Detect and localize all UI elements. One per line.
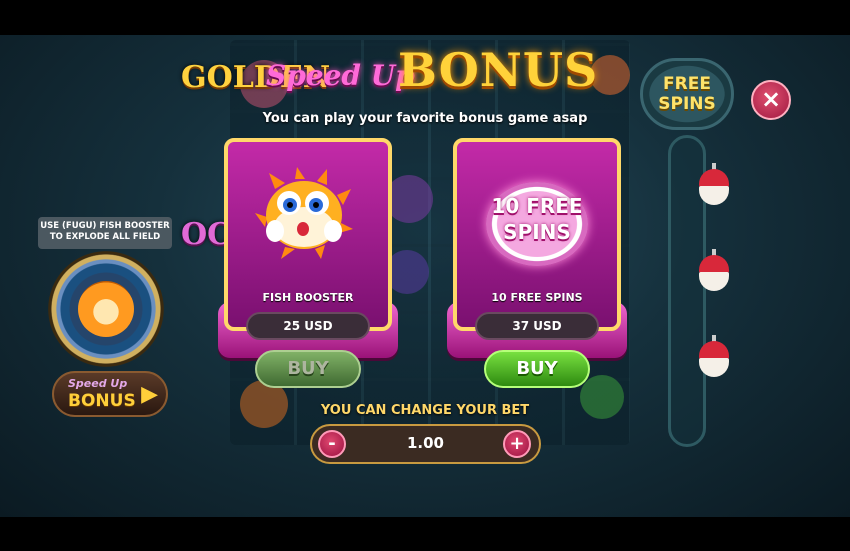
bet-increase-button[interactable]: +	[503, 430, 531, 458]
booster-info-text: USE (FUGU) FISH BOOSTER TO EXPLODE ALL F…	[38, 217, 172, 249]
fishing-float-icon	[699, 163, 729, 205]
logo-octopus: OCTOPUS	[181, 220, 350, 250]
close-button[interactable]: ×	[751, 80, 791, 120]
puffer-fish-icon	[255, 167, 353, 259]
popup-title-speed-up: Speed Up	[266, 59, 415, 92]
speed-up-label: Speed Up	[68, 377, 128, 390]
popup-subtitle: You can play your favorite bonus game as…	[262, 111, 588, 126]
buy-fish-booster-button[interactable]: BUY	[255, 350, 361, 388]
fish-booster-price: 25 USD	[246, 312, 370, 340]
logo-golden: GOLDEN	[181, 63, 330, 93]
buy-free-spins-button[interactable]: BUY	[484, 350, 590, 388]
arrow-right-icon: ▶	[141, 382, 158, 407]
free-spins-price: 37 USD	[475, 312, 599, 340]
reel-symbol	[385, 175, 433, 223]
letterbox-bottom	[0, 517, 850, 551]
reel-symbol	[580, 375, 624, 419]
bonus-label: BONUS	[68, 391, 136, 411]
coin-text-line1: 10 FREE	[491, 194, 583, 218]
bet-label: YOU CAN CHANGE YOUR BET	[320, 403, 530, 418]
fish-booster-label: FISH BOOSTER	[262, 291, 354, 304]
fugu-fish-icon	[78, 281, 134, 337]
fishing-float-icon	[699, 335, 729, 377]
fishing-float-icon	[699, 249, 729, 291]
letterbox-top	[0, 0, 850, 35]
speed-up-bonus-button[interactable]: Speed Up BONUS ▶	[52, 371, 168, 417]
bet-decrease-button[interactable]: -	[318, 430, 346, 458]
popup-title-bonus: BONUS	[398, 43, 599, 97]
game-stage: GOLDEN OCTOPUS USE (FUGU) FISH BOOSTER T…	[0, 35, 850, 517]
free-spins-badge: FREE SPINS	[640, 58, 734, 130]
free-spins-coin-icon: 10 FREE SPINS	[486, 182, 588, 266]
bet-value: 1.00	[406, 434, 444, 452]
coin-text-line2: SPINS	[503, 220, 571, 244]
free-spins-label: 10 FREE SPINS	[491, 291, 583, 304]
